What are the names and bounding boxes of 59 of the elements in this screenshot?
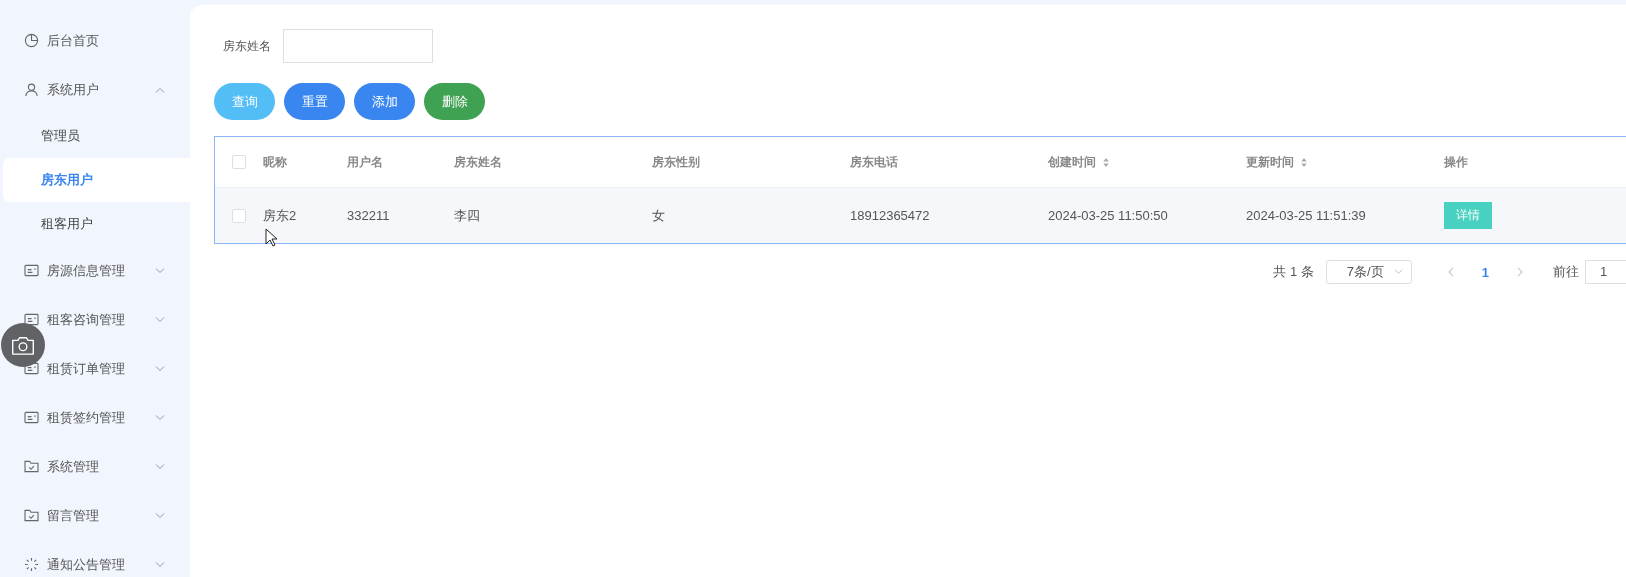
card-icon <box>24 411 39 424</box>
page-size-select[interactable]: 7条/页 <box>1325 260 1412 284</box>
checkbox[interactable] <box>232 208 246 223</box>
folder-check-icon <box>24 509 39 522</box>
card-icon <box>24 264 39 277</box>
column-header: 房东电话 <box>850 153 898 171</box>
sparkle-icon <box>24 557 39 572</box>
submenu-item[interactable]: 房东用户 <box>3 158 190 202</box>
chevron-up-icon <box>155 86 165 93</box>
chevron-down-icon <box>155 414 165 421</box>
column-header: 操作 <box>1444 153 1468 171</box>
chevron-down-icon <box>155 316 165 323</box>
column-header: 昵称 <box>263 153 287 171</box>
chevron-down-icon <box>155 267 165 274</box>
goto-label: 前往 <box>1553 263 1579 281</box>
column-header: 房东姓名 <box>454 153 502 171</box>
total-count: 共 1 条 <box>1273 263 1314 281</box>
table-cell: 18912365472 <box>850 208 930 223</box>
column-header: 更新时间 <box>1246 153 1294 171</box>
chevron-down-icon <box>155 365 165 372</box>
reset-button[interactable]: 重置 <box>284 83 345 120</box>
chevron-down-icon <box>1393 269 1403 275</box>
column-header: 房东性别 <box>652 153 700 171</box>
pie-chart-icon <box>24 33 39 48</box>
add-button[interactable]: 添加 <box>354 83 415 120</box>
column-header: 创建时间 <box>1048 153 1096 171</box>
submenu-item[interactable]: 管理员 <box>3 114 190 158</box>
table-cell: 李四 <box>454 206 480 225</box>
table-cell: 2024-03-25 11:50:50 <box>1048 208 1168 223</box>
user-icon <box>24 82 39 97</box>
page-number[interactable]: 1 <box>1481 264 1489 280</box>
menu-item[interactable]: 租客咨询管理 <box>0 295 190 344</box>
menu-item[interactable]: 系统管理 <box>0 442 190 491</box>
menu-item[interactable]: 后台首页 <box>0 16 190 65</box>
table-cell: 女 <box>652 206 665 225</box>
table-cell: 332211 <box>347 208 390 223</box>
folder-check-icon <box>24 460 39 473</box>
table-cell: 2024-03-25 11:51:39 <box>1246 208 1366 223</box>
menu-item[interactable]: 通知公告管理 <box>0 540 190 577</box>
next-page-icon[interactable] <box>1517 267 1523 277</box>
previous-page-icon[interactable] <box>1447 267 1454 277</box>
chevron-down-icon <box>155 463 165 470</box>
camera-icon <box>11 334 35 356</box>
column-header: 用户名 <box>347 153 383 171</box>
chevron-down-icon <box>155 512 165 519</box>
menu-item[interactable]: 系统用户 <box>0 65 190 114</box>
checkbox[interactable] <box>232 155 246 169</box>
card-icon <box>24 313 39 326</box>
sort-icon[interactable] <box>1102 156 1110 168</box>
menu-item[interactable]: 房源信息管理 <box>0 246 190 295</box>
goto-page-field[interactable]: 1 <box>1585 260 1626 284</box>
table-cell: 房东2 <box>263 206 297 225</box>
submenu-item[interactable]: 租客用户 <box>3 202 190 246</box>
chevron-down-icon <box>155 561 165 568</box>
search-label: 房东姓名 <box>223 37 271 55</box>
sort-icon[interactable] <box>1300 156 1308 168</box>
search-field[interactable] <box>283 29 433 63</box>
menu-item[interactable]: 租赁签约管理 <box>0 393 190 442</box>
menu-item[interactable]: 留言管理 <box>0 491 190 540</box>
